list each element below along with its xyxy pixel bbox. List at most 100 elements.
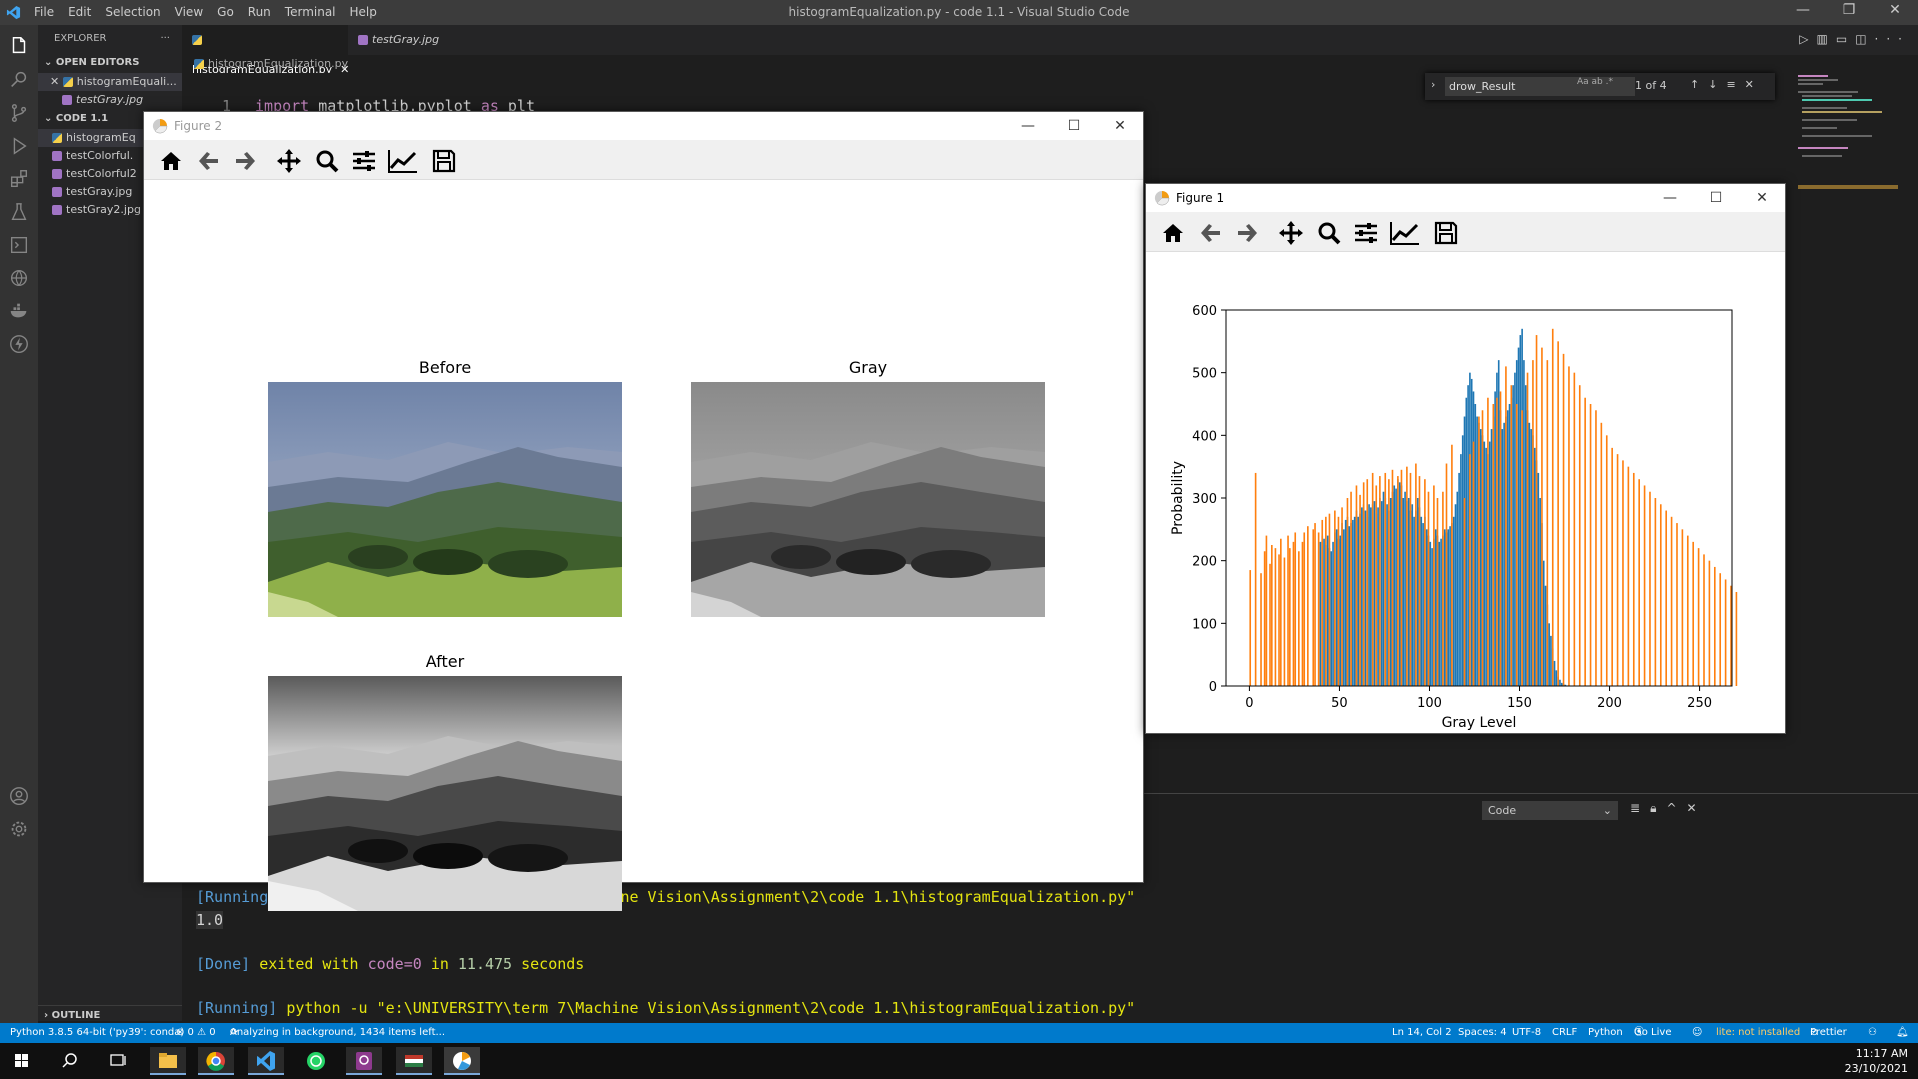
close-find-icon[interactable]: ✕ [1745, 78, 1763, 91]
extensions-icon[interactable] [8, 168, 30, 190]
figure1-canvas[interactable]: 0 50 100 150 200 250 0 100 200 300 400 500 600 Gray… [1146, 252, 1785, 733]
task-view-icon[interactable] [100, 1047, 136, 1075]
histogram-bar [1380, 501, 1383, 686]
notifications-bell-icon[interactable]: 🔔︎ [1896, 1023, 1909, 1043]
figure2-canvas[interactable]: Before Gray After [144, 180, 1143, 911]
close-editor-icon[interactable]: ✕ [50, 75, 59, 88]
run-icon[interactable]: ▷ [1799, 32, 1816, 46]
feedback-icon[interactable]: ☺ [1692, 1023, 1702, 1043]
histogram-bar [1420, 516, 1423, 686]
maximize-icon[interactable]: ☐ [1051, 112, 1097, 140]
forward-arrow-icon[interactable] [232, 148, 258, 174]
close-icon[interactable]: ✕ [1097, 112, 1143, 140]
figure1-titlebar[interactable]: Figure 1 — ☐ ✕ [1146, 184, 1785, 212]
save-figure-icon[interactable] [1433, 220, 1459, 246]
zoom-magnifier-icon[interactable] [314, 148, 340, 174]
status-language[interactable]: Python [1588, 1023, 1623, 1043]
remote-explorer-icon[interactable] [8, 234, 30, 256]
histogram-bar [1294, 532, 1297, 686]
toggle-replace-icon[interactable]: › [1431, 78, 1435, 91]
status-spaces[interactable]: Spaces: 4 [1458, 1023, 1507, 1043]
run-debug-icon[interactable] [8, 135, 30, 157]
minimize-icon[interactable]: — [1780, 2, 1826, 18]
next-match-icon[interactable]: ↓ [1708, 78, 1726, 91]
docker-icon[interactable] [8, 300, 30, 322]
figure1-window-controls: — ☐ ✕ [1647, 184, 1785, 212]
layout-icon[interactable]: ◫ [1855, 32, 1874, 46]
settings-gear-icon[interactable] [8, 818, 30, 840]
open-editor-item[interactable]: testGray.jpg [38, 91, 182, 109]
tab-test-gray[interactable]: testGray.jpg [348, 25, 448, 55]
search-icon[interactable] [8, 69, 30, 91]
edit-axes-icon[interactable] [387, 148, 419, 174]
accounts-status-icon[interactable]: ⚇ [1868, 1023, 1877, 1043]
open-editor-item[interactable]: ✕ histogramEquali... [38, 73, 182, 91]
status-lite[interactable]: lite: not installed [1716, 1023, 1800, 1043]
whatsapp-icon[interactable] [298, 1047, 334, 1075]
minimize-icon[interactable]: — [1005, 112, 1051, 140]
histogram-bar [1429, 541, 1432, 686]
minimize-icon[interactable]: — [1647, 184, 1693, 212]
flag-app-icon[interactable] [396, 1047, 432, 1075]
forward-arrow-icon[interactable] [1234, 220, 1260, 246]
maximize-panel-icon[interactable]: ^ [1666, 801, 1686, 815]
back-arrow-icon[interactable] [196, 148, 222, 174]
tab-histogram-equalization[interactable]: histogramEqualization.py ✕ [182, 25, 349, 76]
home-icon[interactable] [1160, 220, 1186, 246]
close-icon[interactable]: ✕ [1739, 184, 1785, 212]
clear-output-icon[interactable]: ≣ [1630, 801, 1650, 815]
minimap[interactable] [1792, 73, 1902, 293]
testing-icon[interactable] [8, 201, 30, 223]
maximize-icon[interactable]: ☐ [1693, 184, 1739, 212]
save-figure-icon[interactable] [431, 148, 457, 174]
back-arrow-icon[interactable] [1198, 220, 1224, 246]
chrome-icon[interactable] [198, 1047, 234, 1075]
find-options[interactable]: Aa ab .* [1577, 77, 1613, 87]
restore-icon[interactable]: ❐ [1826, 2, 1872, 18]
more-actions-icon[interactable]: ··· [160, 25, 170, 53]
previous-match-icon[interactable]: ↑ [1690, 78, 1708, 91]
more-icon[interactable]: ··· [1875, 32, 1910, 46]
find-widget: › drow_Result Aa ab .* 1 of 4 ↑↓≡✕ [1425, 73, 1775, 100]
breadcrumb[interactable]: histogramEqualization.py [182, 55, 348, 73]
matplotlib-taskbar-icon[interactable] [444, 1047, 480, 1075]
file-label: testColorful. [66, 149, 134, 162]
vscode-taskbar-icon[interactable] [248, 1047, 284, 1075]
pdf-app-icon[interactable] [346, 1047, 382, 1075]
close-panel-icon[interactable]: ✕ [1687, 801, 1707, 815]
close-icon[interactable]: ✕ [1872, 2, 1918, 18]
taskbar-search-icon[interactable] [52, 1047, 88, 1075]
outline-section[interactable]: › OUTLINE [38, 1005, 182, 1025]
status-python-interpreter[interactable]: Python 3.8.5 64-bit ('py39': conda) [10, 1023, 184, 1043]
status-encoding[interactable]: UTF-8 [1512, 1023, 1541, 1043]
file-explorer-icon[interactable] [150, 1047, 186, 1075]
globe-icon[interactable] [8, 267, 30, 289]
status-eol[interactable]: CRLF [1552, 1023, 1577, 1043]
lightning-icon[interactable] [8, 333, 30, 355]
histogram-bar [1544, 585, 1547, 686]
account-icon[interactable] [8, 785, 30, 807]
find-in-selection-icon[interactable]: ≡ [1726, 78, 1744, 91]
split-editor-icon[interactable]: ▥ [1817, 32, 1836, 46]
output-channel-select[interactable]: Code ⌄ [1482, 801, 1618, 820]
edit-axes-icon[interactable] [1389, 220, 1421, 246]
source-control-icon[interactable] [8, 102, 30, 124]
lock-scroll-icon[interactable]: 🔒︎ [1650, 801, 1666, 815]
zoom-magnifier-icon[interactable] [1316, 220, 1342, 246]
histogram-bar [1517, 347, 1520, 686]
home-icon[interactable] [158, 148, 184, 174]
histogram-bar [1375, 485, 1378, 686]
histogram-bar [1443, 529, 1446, 686]
windows-start-icon[interactable] [4, 1047, 40, 1075]
configure-subplots-icon[interactable] [351, 148, 377, 174]
pan-move-icon[interactable] [276, 148, 302, 174]
configure-subplots-icon[interactable] [1353, 220, 1379, 246]
status-position[interactable]: Ln 14, Col 2 [1392, 1023, 1452, 1043]
system-clock[interactable]: 11:17 AM 23/10/2021 [1845, 1046, 1908, 1076]
explorer-icon[interactable] [8, 35, 30, 57]
open-editors-section[interactable]: ⌄ OPEN EDITORS [38, 53, 182, 73]
status-problems[interactable]: ⊗ 0 ⚠ 0 [176, 1023, 216, 1043]
pan-move-icon[interactable] [1278, 220, 1304, 246]
toggle-panel-icon[interactable]: ▭ [1836, 32, 1855, 46]
figure2-titlebar[interactable]: Figure 2 — ☐ ✕ [144, 112, 1143, 140]
